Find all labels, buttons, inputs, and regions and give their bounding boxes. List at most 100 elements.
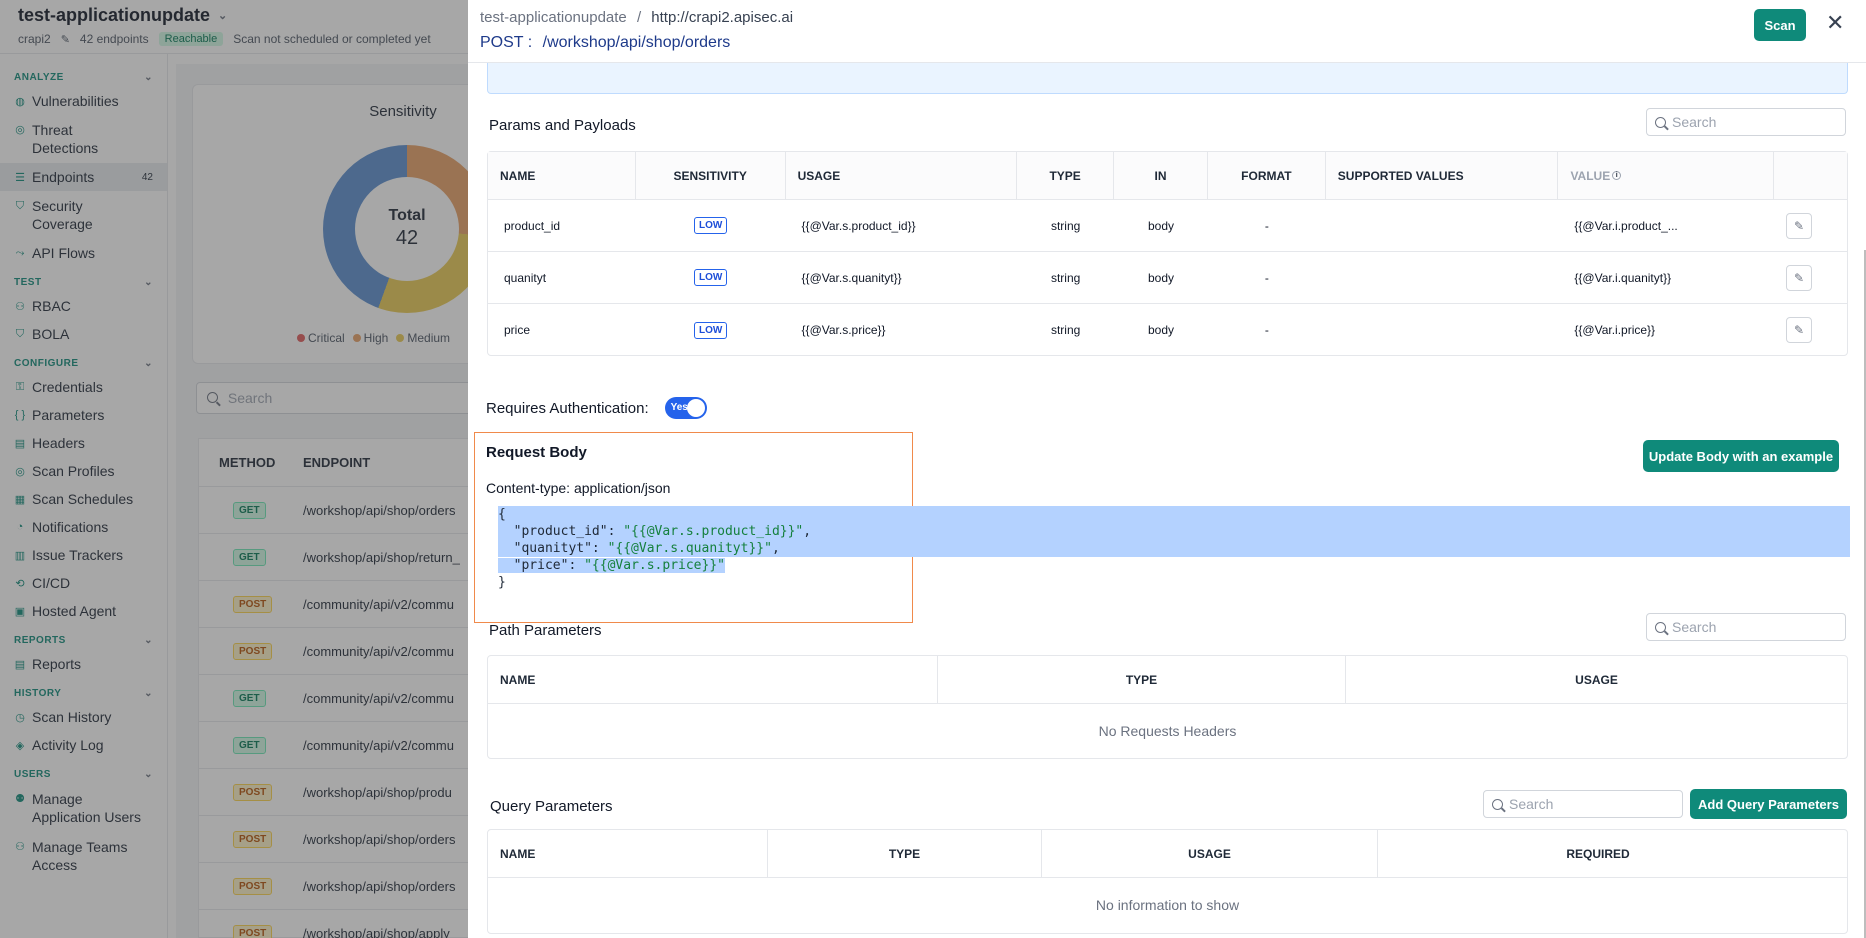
param-sensitivity-cell: LOW — [636, 321, 786, 339]
edit-param-button[interactable]: ✎ — [1786, 317, 1813, 343]
code-value: "{{@Var.s.quanityt}}" — [607, 541, 772, 556]
param-format-cell: - — [1264, 323, 1269, 337]
params-title: Params and Payloads — [489, 117, 636, 134]
path-params-empty: No Requests Headers — [1098, 723, 1237, 739]
query-params-empty: No information to show — [1095, 897, 1240, 913]
param-name-cell: price — [504, 323, 531, 337]
info-icon[interactable]: i — [1612, 171, 1622, 180]
header-label: TYPE — [1049, 168, 1081, 183]
search-icon — [1492, 798, 1503, 810]
code-value: "{{@Var.s.product_id}}" — [623, 524, 804, 539]
header-label: SENSITIVITY — [673, 168, 747, 183]
endpoint-detail-drawer: test-applicationupdate / http://crapi2.a… — [468, 0, 1866, 938]
app-root: test-applicationupdate ⌄ crapi2 ✎ 42 end… — [0, 0, 1866, 938]
table-row: price LOW {{@Var.s.price}} string body - {{@Va… — [488, 304, 1847, 356]
query-header-required: REQUIRED — [1566, 846, 1630, 861]
param-usage-cell: {{@Var.s.price}} — [801, 323, 886, 337]
info-banner — [487, 60, 1848, 94]
code-line: "quanityt": "{{@Var.s.quanityt}}", — [498, 540, 1850, 557]
path-params-title: Path Parameters — [489, 622, 602, 639]
code-line: { — [498, 506, 1850, 523]
params-table-header: NAME SENSITIVITY USAGE TYPE IN FORMAT SUPPORTE… — [488, 151, 1847, 200]
path-header-type: TYPE — [938, 655, 1346, 704]
code-key: "product_id" — [498, 524, 608, 539]
param-value-cell: {{@Var.i.quanityt}} — [1574, 270, 1672, 285]
code-separator: : — [591, 541, 608, 556]
header-label: FORMAT — [1241, 168, 1292, 183]
param-value-cell: {{@Var.i.price}} — [1574, 323, 1656, 337]
pencil-icon: ✎ — [1794, 218, 1805, 233]
params-header-name: NAME — [488, 151, 636, 200]
code-brace: } — [498, 575, 506, 590]
code-brace: { — [498, 507, 506, 522]
code-separator: : — [607, 524, 624, 539]
param-sensitivity-cell: LOW — [636, 217, 786, 234]
param-sensitivity-cell: LOW — [636, 269, 786, 286]
endpoint-path: /workshop/api/shop/orders — [542, 34, 731, 51]
path-header-usage: USAGE — [1575, 672, 1618, 687]
breadcrumb-app[interactable]: test-applicationupdate — [480, 9, 627, 26]
query-params-search-input[interactable]: Search — [1483, 790, 1683, 818]
params-header-usage: USAGE — [786, 151, 1018, 200]
update-body-button[interactable]: Update Body with an example — [1643, 440, 1839, 472]
param-type-cell: string — [1050, 323, 1081, 337]
param-type-cell: string — [1050, 270, 1081, 285]
request-body-editor[interactable]: { "product_id": "{{@Var.s.product_id}}",… — [498, 506, 1850, 591]
pencil-icon: ✎ — [1794, 323, 1805, 337]
path-params-search-input[interactable]: Search — [1646, 613, 1846, 641]
requires-auth-label: Requires Authentication: — [486, 399, 649, 417]
code-line: "product_id": "{{@Var.s.product_id}}", — [498, 523, 1850, 540]
query-params-table: NAME TYPE USAGE REQUIRED No information … — [487, 829, 1848, 934]
header-label: SUPPORTED VALUES — [1337, 168, 1464, 183]
request-body-title: Request Body — [486, 444, 587, 461]
path-header-name: NAME — [488, 655, 938, 704]
param-name-cell: quanityt — [504, 270, 547, 285]
code-value: "{{@Var.s.price}}" — [584, 558, 725, 573]
edit-param-button[interactable]: ✎ — [1786, 264, 1813, 291]
query-header-type: TYPE — [768, 829, 1042, 878]
header-label: NAME — [500, 168, 536, 183]
params-search-input[interactable]: Search — [1646, 108, 1846, 136]
param-actions-cell: ✎ — [1774, 317, 1847, 343]
params-header-format: FORMAT — [1208, 151, 1326, 200]
param-in-cell: body — [1147, 323, 1174, 337]
sensitivity-badge: LOW — [694, 269, 728, 286]
params-header-supported-values: SUPPORTED VALUES — [1326, 151, 1559, 200]
add-query-parameters-button[interactable]: Add Query Parameters — [1690, 789, 1847, 819]
toggle-knob — [686, 399, 705, 417]
edit-param-button[interactable]: ✎ — [1786, 212, 1813, 239]
params-header-in: IN — [1114, 151, 1208, 200]
search-icon — [1655, 621, 1666, 633]
param-type-cell: string — [1050, 218, 1081, 233]
code-tail: , — [771, 541, 780, 556]
requires-auth-toggle[interactable]: Yes — [664, 397, 707, 419]
params-table: NAME SENSITIVITY USAGE TYPE IN FORMAT SUPPORTE… — [487, 151, 1848, 356]
code-key: "quanityt" — [498, 541, 592, 556]
method-label: POST : — [480, 34, 533, 51]
param-format-cell: - — [1264, 218, 1269, 233]
scan-button[interactable]: Scan — [1754, 9, 1806, 41]
table-row: quanityt LOW {{@Var.s.quanityt}} string body… — [488, 252, 1847, 304]
header-label: VALUE — [1570, 168, 1611, 183]
params-header-actions — [1774, 152, 1847, 200]
query-header-name: NAME — [488, 829, 768, 878]
param-name-cell: product_id — [504, 218, 561, 233]
query-header-usage: USAGE — [1042, 829, 1378, 878]
breadcrumb: test-applicationupdate / http://crapi2.a… — [480, 9, 793, 26]
params-header-sensitivity: SENSITIVITY — [636, 151, 786, 200]
code-separator: : — [568, 558, 585, 573]
table-row: product_id LOW {{@Var.s.product_id}} string… — [488, 200, 1847, 252]
param-value-cell: {{@Var.i.product_... — [1574, 218, 1678, 233]
param-format-cell: - — [1264, 270, 1269, 285]
params-header-type: TYPE — [1017, 151, 1115, 200]
query-params-header: NAME TYPE USAGE REQUIRED — [488, 829, 1847, 878]
close-icon[interactable]: ✕ — [1826, 10, 1844, 36]
param-actions-cell: ✎ — [1774, 264, 1847, 291]
params-header-value: VALUE i — [1558, 151, 1775, 200]
param-in-cell: body — [1147, 270, 1174, 285]
param-in-cell: body — [1147, 218, 1174, 233]
header-label: USAGE — [797, 168, 841, 183]
param-actions-cell: ✎ — [1774, 212, 1847, 239]
code-line: "price": "{{@Var.s.price}}" — [498, 557, 1850, 574]
requires-auth-row: Requires Authentication: Yes — [486, 397, 707, 419]
